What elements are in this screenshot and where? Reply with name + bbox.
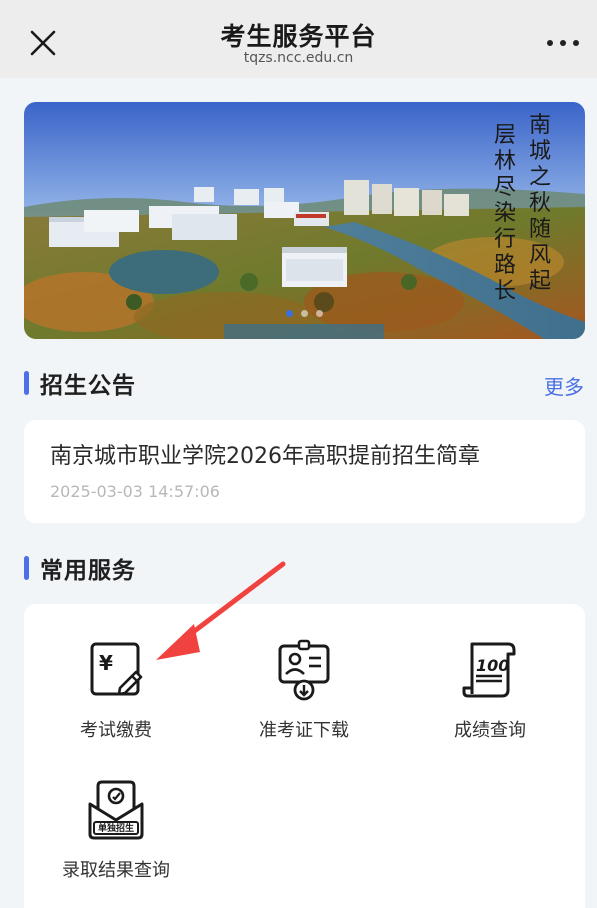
section-accent-bar — [24, 556, 29, 580]
notice-title: 南京城市职业学院2026年高职提前招生简章 — [50, 444, 480, 469]
banner-dot[interactable] — [301, 310, 308, 317]
banner-dot[interactable] — [286, 310, 293, 317]
admission-ticket-download-icon — [278, 639, 330, 701]
more-dots-icon[interactable] — [547, 36, 579, 50]
notices-section-header: 招生公告 — [24, 368, 136, 399]
campus-photo: 南城之秋随风起 层林尽染行路长 — [24, 102, 585, 339]
notice-item[interactable]: 南京城市职业学院2026年高职提前招生简章 2025-03-03 14:57:0… — [24, 420, 585, 523]
notices-more-link[interactable]: 更多 — [544, 371, 584, 400]
service-label: 考试缴费 — [80, 720, 152, 741]
page-title: 考生服务平台 — [220, 22, 377, 51]
calligraphy-line-2: 层林尽染行路长 — [494, 123, 516, 304]
service-exam-payment[interactable]: ¥ 考试缴费 — [26, 638, 206, 742]
admission-result-icon: 单独招生 — [88, 780, 144, 840]
banner-pagination — [24, 310, 585, 317]
service-admission-result-query[interactable]: 单独招生 录取结果查询 — [26, 778, 206, 882]
services-section-header: 常用服务 — [24, 553, 136, 584]
service-label: 成绩查询 — [454, 720, 526, 741]
services-section-title: 常用服务 — [40, 558, 136, 584]
svg-text:¥: ¥ — [99, 651, 113, 675]
campus-banner[interactable]: 南城之秋随风起 层林尽染行路长 — [24, 102, 585, 339]
banner-dot[interactable] — [316, 310, 323, 317]
services-card: ¥ 考试缴费 准考证下载 100 成绩查询 单独招生 录取结果查询 — [24, 604, 585, 908]
service-admission-ticket-download[interactable]: 准考证下载 — [214, 638, 394, 742]
service-score-query[interactable]: 100 成绩查询 — [400, 638, 580, 742]
payment-icon: ¥ — [90, 642, 143, 696]
admission-badge: 单独招生 — [98, 822, 134, 834]
service-label: 准考证下载 — [259, 720, 349, 741]
page-url: tqzs.ncc.edu.cn — [243, 50, 354, 66]
score-icon: 100 — [462, 642, 516, 698]
calligraphy-line-1: 南城之秋随风起 — [529, 113, 551, 294]
svg-text:100: 100 — [476, 656, 509, 675]
notice-timestamp: 2025-03-03 14:57:06 — [50, 482, 220, 501]
notices-section-title: 招生公告 — [40, 373, 136, 399]
top-bar: 考生服务平台 tqzs.ncc.edu.cn — [0, 0, 597, 78]
service-label: 录取结果查询 — [62, 860, 170, 881]
section-accent-bar — [24, 371, 29, 395]
